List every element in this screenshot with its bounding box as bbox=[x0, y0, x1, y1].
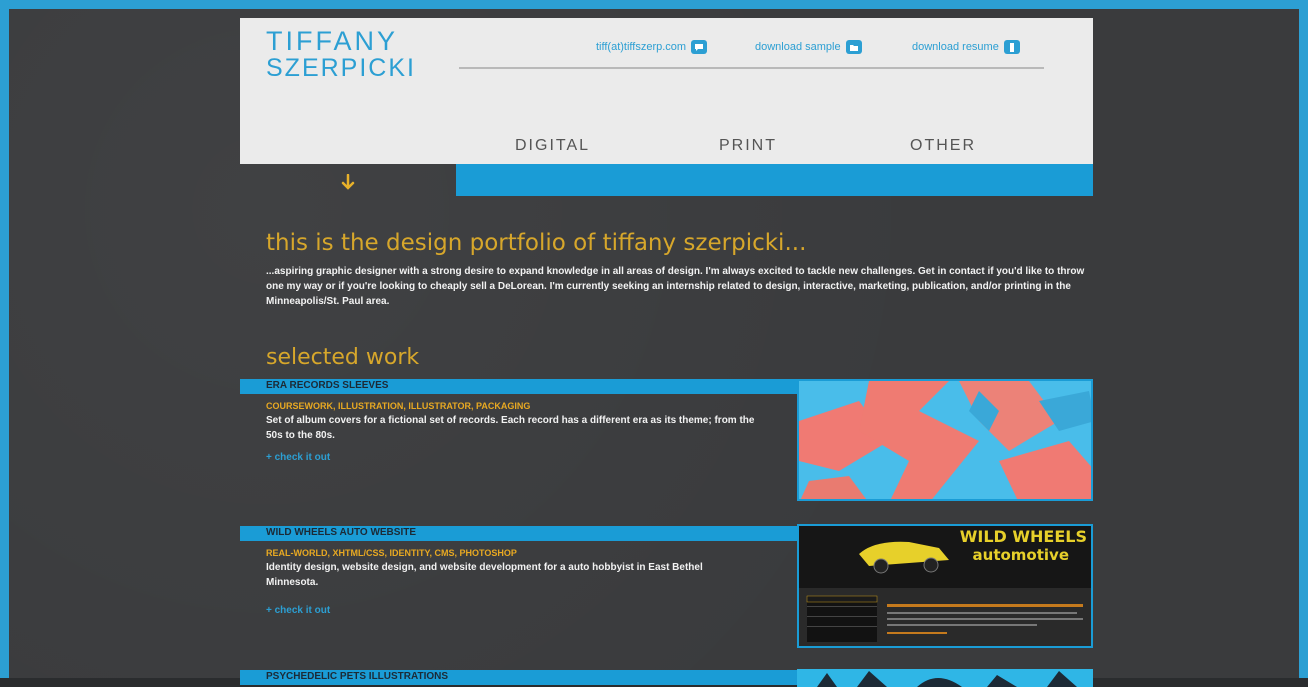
header-divider bbox=[459, 67, 1044, 69]
site-logo[interactable]: TIFFANY SZERPICKI bbox=[266, 28, 416, 82]
work-description: Identity design, website design, and web… bbox=[266, 562, 703, 588]
thumb-heading: WILD WHEELS bbox=[960, 527, 1087, 546]
nav-highlight-bar bbox=[456, 164, 1093, 196]
document-icon bbox=[1003, 40, 1020, 54]
work-description: Set of album covers for a fictional set … bbox=[266, 415, 755, 441]
page-frame: TIFFANY SZERPICKI tiff(at)tiffszerp.com … bbox=[0, 0, 1308, 687]
check-it-out-link[interactable]: + check it out bbox=[266, 452, 330, 463]
email-link[interactable]: tiff(at)tiffszerp.com bbox=[596, 40, 708, 54]
intro-text: ...aspiring graphic designer with a stro… bbox=[266, 266, 1085, 307]
header: TIFFANY SZERPICKI tiff(at)tiffszerp.com … bbox=[240, 18, 1093, 164]
logo-line-2: SZERPICKI bbox=[266, 54, 416, 82]
work-thumbnail-psychedelic-pets[interactable] bbox=[797, 669, 1093, 687]
website-screenshot-image: WILD WHEELS automotive bbox=[799, 526, 1091, 646]
down-arrow-icon bbox=[341, 174, 355, 190]
work-thumbnail-era-records[interactable] bbox=[797, 379, 1093, 501]
work-title[interactable]: PSYCHEDELIC PETS ILLUSTRATIONS bbox=[266, 671, 448, 682]
folder-icon bbox=[845, 40, 862, 54]
album-art-image bbox=[799, 381, 1091, 499]
download-resume-label: download resume bbox=[912, 41, 999, 53]
work-tags: REAL-WORLD, XHTML/CSS, IDENTITY, CMS, PH… bbox=[266, 548, 517, 558]
check-it-out-link[interactable]: + check it out bbox=[266, 605, 330, 616]
thumb-subheading: automotive bbox=[973, 546, 1069, 564]
download-sample-link[interactable]: download sample bbox=[755, 40, 862, 54]
nav-digital[interactable]: DIGITAL bbox=[515, 137, 590, 155]
download-sample-label: download sample bbox=[755, 41, 841, 53]
nav-other[interactable]: OTHER bbox=[910, 137, 976, 155]
intro-title: this is the design portfolio of tiffany … bbox=[266, 230, 807, 256]
chat-icon bbox=[691, 40, 708, 54]
nav-print[interactable]: PRINT bbox=[719, 137, 777, 155]
selected-work-title: selected work bbox=[266, 345, 420, 370]
work-tags: COURSEWORK, ILLUSTRATION, ILLUSTRATOR, P… bbox=[266, 401, 531, 411]
download-resume-link[interactable]: download resume bbox=[912, 40, 1020, 54]
work-title[interactable]: WILD WHEELS AUTO WEBSITE bbox=[266, 527, 416, 538]
work-title[interactable]: ERA RECORDS SLEEVES bbox=[266, 380, 388, 391]
illustration-image bbox=[797, 669, 1093, 687]
page-container: TIFFANY SZERPICKI tiff(at)tiffszerp.com … bbox=[240, 18, 1093, 687]
email-label: tiff(at)tiffszerp.com bbox=[596, 41, 687, 53]
logo-line-1: TIFFANY bbox=[266, 26, 399, 56]
work-thumbnail-wild-wheels[interactable]: WILD WHEELS automotive bbox=[797, 524, 1093, 648]
